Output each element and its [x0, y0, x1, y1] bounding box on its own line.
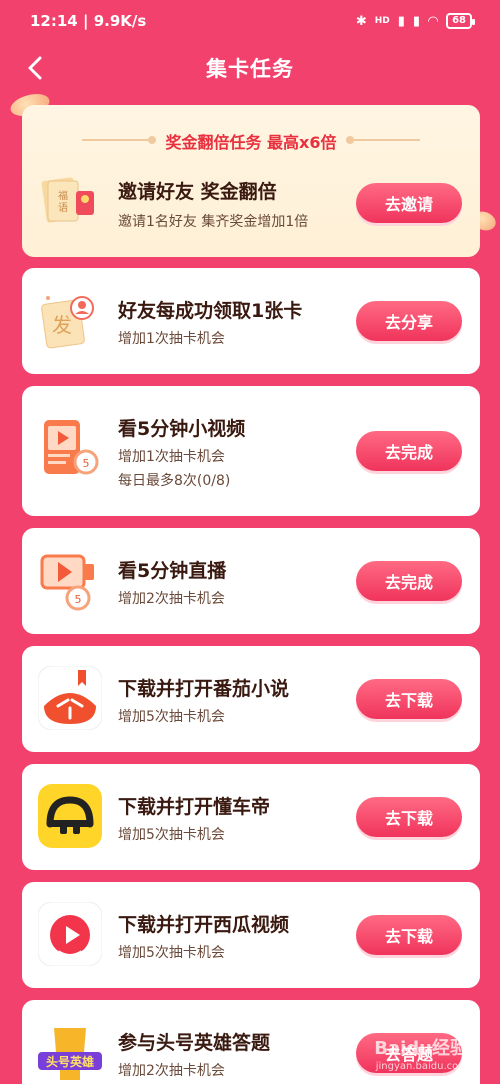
svg-text:5: 5	[75, 593, 82, 606]
network-type: HD	[374, 16, 390, 26]
task-subtitle: 增加1次抽卡机会	[118, 331, 225, 347]
task-title: 下载并打开番茄小说	[118, 678, 290, 700]
task-card: 5 看5分钟直播 增加2次抽卡机会 去完成	[22, 528, 480, 634]
baidu-watermark: Baidu经验 jingyan.baidu.com	[374, 1038, 468, 1074]
signal-icon: ▮	[397, 13, 405, 29]
task-title: 下载并打开懂车帝	[118, 796, 271, 818]
share-button[interactable]: 去分享	[356, 301, 462, 341]
task-subtitle: 增加1次抽卡机会	[118, 449, 225, 465]
signal-icon-2: ▮	[412, 13, 421, 29]
task-subtitle: 增加5次抽卡机会	[118, 827, 225, 843]
status-time: 12:14	[30, 12, 78, 30]
watermark-brand: Baidu经验	[374, 1038, 468, 1059]
complete-button[interactable]: 去完成	[356, 561, 462, 601]
xigua-video-app-icon	[38, 902, 102, 966]
complete-button[interactable]: 去完成	[356, 431, 462, 471]
video-timer-icon: 5	[44, 420, 99, 475]
wifi-icon: ◠	[428, 13, 439, 29]
status-icons: ✱ HD ▮ ▮ ◠ 68	[355, 13, 475, 29]
battery-level: 68	[452, 15, 466, 26]
banner-headline: 奖金翻倍任务 最高x6倍	[165, 133, 337, 152]
svg-text:语: 语	[58, 202, 68, 214]
status-left: 12:14 | 9.9K/s	[30, 12, 147, 30]
svg-text:5: 5	[83, 457, 90, 470]
task-card: 下载并打开懂车帝 增加5次抽卡机会 去下载	[22, 764, 480, 870]
download-button[interactable]: 去下载	[356, 797, 462, 837]
download-button[interactable]: 去下载	[356, 915, 462, 955]
svg-text:头号英雄: 头号英雄	[46, 1054, 94, 1069]
fa-card-friend-icon: 发	[41, 296, 94, 349]
bluetooth-icon: ✱	[355, 13, 367, 29]
banner-title: 邀请好友 奖金翻倍	[118, 181, 277, 203]
task-card: 发 好友每成功领取1张卡 增加1次抽卡机会 去分享	[22, 268, 480, 374]
divider-decoration	[346, 136, 420, 144]
task-subtitle: 增加5次抽卡机会	[118, 945, 225, 961]
task-title: 好友每成功领取1张卡	[118, 300, 303, 322]
battery-icon: 68	[446, 13, 475, 29]
task-card: 5 看5分钟小视频 增加1次抽卡机会 每日最多8次(0/8) 去完成	[22, 386, 480, 516]
invite-banner: 奖金翻倍任务 最高x6倍 福 语 邀请好友 奖金翻倍 邀请1名好友 集齐奖金增加…	[22, 105, 480, 257]
task-title: 下载并打开西瓜视频	[118, 914, 290, 936]
task-card: 下载并打开番茄小说 增加5次抽卡机会 去下载	[22, 646, 480, 752]
tomato-novel-app-icon	[38, 666, 102, 730]
task-title: 看5分钟小视频	[118, 418, 246, 440]
header: 集卡任务	[0, 42, 500, 94]
network-speed: 9.9K/s	[93, 12, 147, 30]
task-title: 参与头号英雄答题	[118, 1032, 271, 1054]
back-arrow-icon[interactable]	[22, 54, 50, 82]
task-daily-limit: 每日最多8次(0/8)	[118, 473, 231, 489]
banner-subtitle: 邀请1名好友 集齐奖金增加1倍	[118, 214, 309, 230]
invite-button[interactable]: 去邀请	[356, 183, 462, 223]
svg-text:发: 发	[52, 313, 72, 337]
red-envelope-card-icon: 福 语	[41, 177, 94, 223]
task-card: 下载并打开西瓜视频 增加5次抽卡机会 去下载	[22, 882, 480, 988]
task-subtitle: 增加2次抽卡机会	[118, 1063, 225, 1079]
task-subtitle: 增加2次抽卡机会	[118, 591, 225, 607]
dongchedi-app-icon	[38, 784, 102, 848]
svg-text:福: 福	[58, 189, 68, 202]
task-title: 看5分钟直播	[118, 560, 227, 582]
live-timer-icon: 5	[40, 554, 94, 611]
watermark-url: jingyan.baidu.com	[375, 1061, 468, 1072]
status-bar: 12:14 | 9.9K/s ✱ HD ▮ ▮ ◠ 68	[0, 0, 500, 42]
toutiao-hero-trophy-icon: 头号英雄	[38, 1028, 102, 1080]
download-button[interactable]: 去下载	[356, 679, 462, 719]
page-title: 集卡任务	[206, 57, 294, 81]
task-subtitle: 增加5次抽卡机会	[118, 709, 225, 725]
